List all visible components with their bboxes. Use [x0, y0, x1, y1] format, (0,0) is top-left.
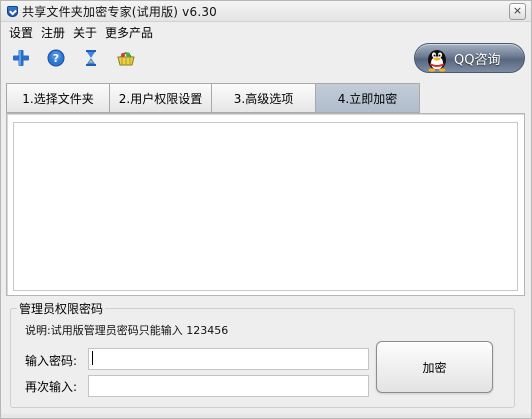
- menu-bar: 设置 注册 关于 更多产品: [9, 23, 153, 41]
- tab-advanced-options[interactable]: 3.高级选项: [211, 83, 315, 113]
- password-field-wrap: [88, 348, 369, 370]
- status-bar: [1, 414, 531, 418]
- menu-more-products[interactable]: 更多产品: [105, 24, 153, 41]
- encrypt-button[interactable]: 加密: [376, 341, 493, 393]
- folder-list-area[interactable]: [13, 122, 518, 291]
- qq-consult-button[interactable]: QQ咨询: [414, 43, 525, 73]
- tab-user-permissions[interactable]: 2.用户权限设置: [109, 83, 211, 113]
- menu-register[interactable]: 注册: [41, 24, 65, 41]
- group-legend: 管理员权限密码: [17, 300, 106, 317]
- app-window: 共享文件夹加密专家(试用版) v6.30 × 设置 注册 关于 更多产品 ? Q…: [0, 0, 532, 419]
- qq-button-label: QQ咨询: [454, 52, 501, 68]
- menu-about[interactable]: 关于: [73, 24, 97, 41]
- tab-select-folder[interactable]: 1.选择文件夹: [6, 83, 109, 113]
- close-button[interactable]: ×: [509, 3, 526, 20]
- password-input[interactable]: [88, 348, 369, 370]
- window-title: 共享文件夹加密专家(试用版) v6.30: [22, 4, 217, 19]
- menu-settings[interactable]: 设置: [9, 24, 33, 41]
- tab-content-panel: [6, 113, 525, 296]
- tab-encrypt-now[interactable]: 4.立即加密: [315, 83, 420, 113]
- help-icon[interactable]: ?: [46, 48, 66, 68]
- tab-bar: 1.选择文件夹 2.用户权限设置 3.高级选项 4.立即加密: [6, 83, 420, 113]
- shield-icon: [7, 5, 18, 17]
- title-bar[interactable]: 共享文件夹加密专家(试用版) v6.30 ×: [1, 1, 531, 22]
- text-caret: [92, 351, 93, 365]
- plus-icon[interactable]: [11, 48, 31, 68]
- basket-icon[interactable]: [116, 48, 136, 68]
- repeat-password-label: 再次输入:: [25, 380, 78, 394]
- toolbar: ?: [11, 47, 136, 69]
- qq-penguin-icon: [428, 50, 446, 72]
- password-note: 说明:试用版管理员密码只能输入 123456: [25, 324, 229, 337]
- svg-text:?: ?: [53, 52, 59, 65]
- enter-password-label: 输入密码:: [25, 354, 78, 368]
- hourglass-icon[interactable]: [81, 48, 101, 68]
- repeat-password-input[interactable]: [88, 375, 369, 397]
